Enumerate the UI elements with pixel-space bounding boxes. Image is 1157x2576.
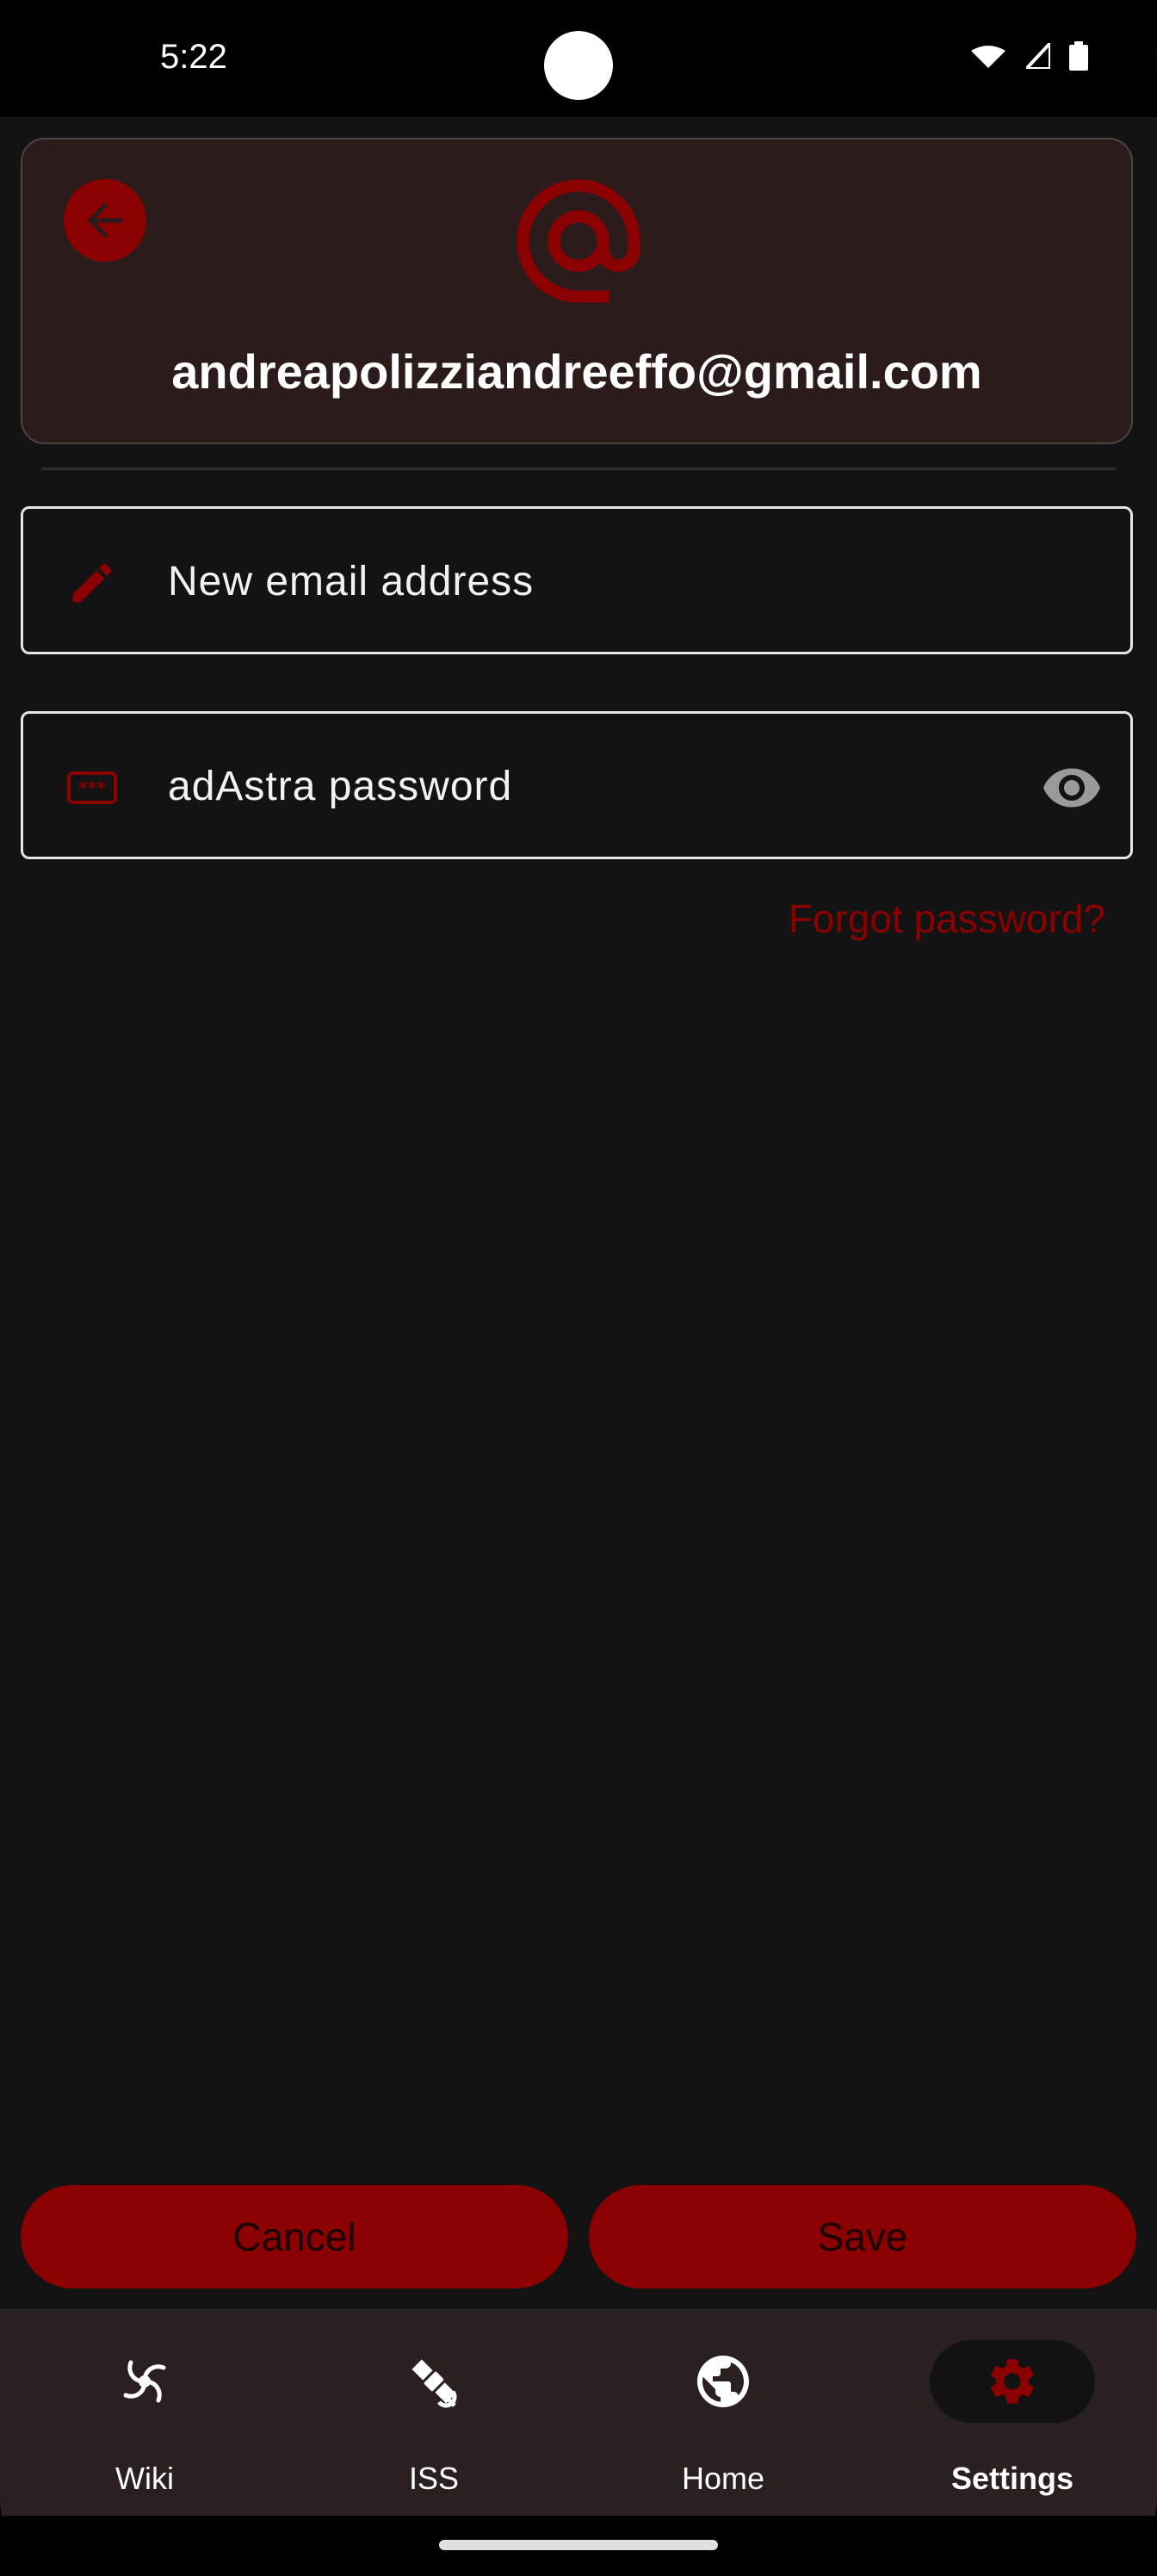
password-input[interactable] (166, 714, 1030, 858)
new-email-input[interactable] (166, 509, 1030, 653)
nav-label: Home (681, 2461, 765, 2496)
nav-label: ISS (408, 2461, 460, 2496)
bottom-navigation: Wiki ISS Home Settings (0, 2309, 1157, 2516)
password-icon: *** (67, 771, 117, 804)
arrow-left-icon (87, 202, 123, 238)
status-icons (969, 41, 1088, 71)
wifi-icon (971, 46, 1005, 68)
nav-icon-wrap (62, 2340, 227, 2423)
gesture-bar[interactable] (439, 2540, 718, 2550)
globe-icon (697, 2356, 749, 2407)
status-bar: 5:22 (0, 0, 1157, 117)
nav-label: Settings (950, 2461, 1073, 2496)
battery-icon (1069, 41, 1088, 71)
svg-text:***: *** (78, 777, 106, 798)
gear-icon (991, 2359, 1034, 2404)
account-header-card: andreapolizziandreeffo@gmail.com (21, 138, 1133, 444)
new-email-field[interactable] (21, 506, 1133, 654)
divider (41, 468, 1116, 470)
save-button[interactable]: Save (589, 2185, 1136, 2288)
cancel-button[interactable]: Cancel (21, 2185, 568, 2288)
camera-cutout (544, 31, 613, 100)
galaxy-icon (123, 2360, 166, 2403)
nav-item-iss[interactable]: ISS (289, 2309, 578, 2516)
signal-icon (1026, 43, 1050, 69)
nav-item-wiki[interactable]: Wiki (0, 2309, 289, 2516)
back-button[interactable] (64, 179, 146, 262)
at-sign-icon (517, 179, 640, 303)
status-time: 5:22 (160, 38, 227, 69)
current-email: andreapolizziandreeffo@gmail.com (171, 344, 982, 399)
app-screen: 5:22 andreapolizziandreeffo@gmail.com **… (0, 0, 1157, 2576)
satellite-icon (411, 2359, 457, 2408)
nav-icon-wrap (351, 2340, 517, 2423)
nav-icon-active-indicator (930, 2340, 1095, 2423)
forgot-password-link[interactable]: Forgot password? (789, 895, 1105, 942)
pencil-icon (72, 563, 112, 603)
eye-icon[interactable] (1041, 757, 1103, 819)
nav-item-settings[interactable]: Settings (868, 2309, 1157, 2516)
nav-item-home[interactable]: Home (578, 2309, 868, 2516)
nav-icon-wrap (640, 2340, 806, 2423)
password-field[interactable]: *** (21, 711, 1133, 859)
nav-label: Wiki (115, 2461, 174, 2496)
